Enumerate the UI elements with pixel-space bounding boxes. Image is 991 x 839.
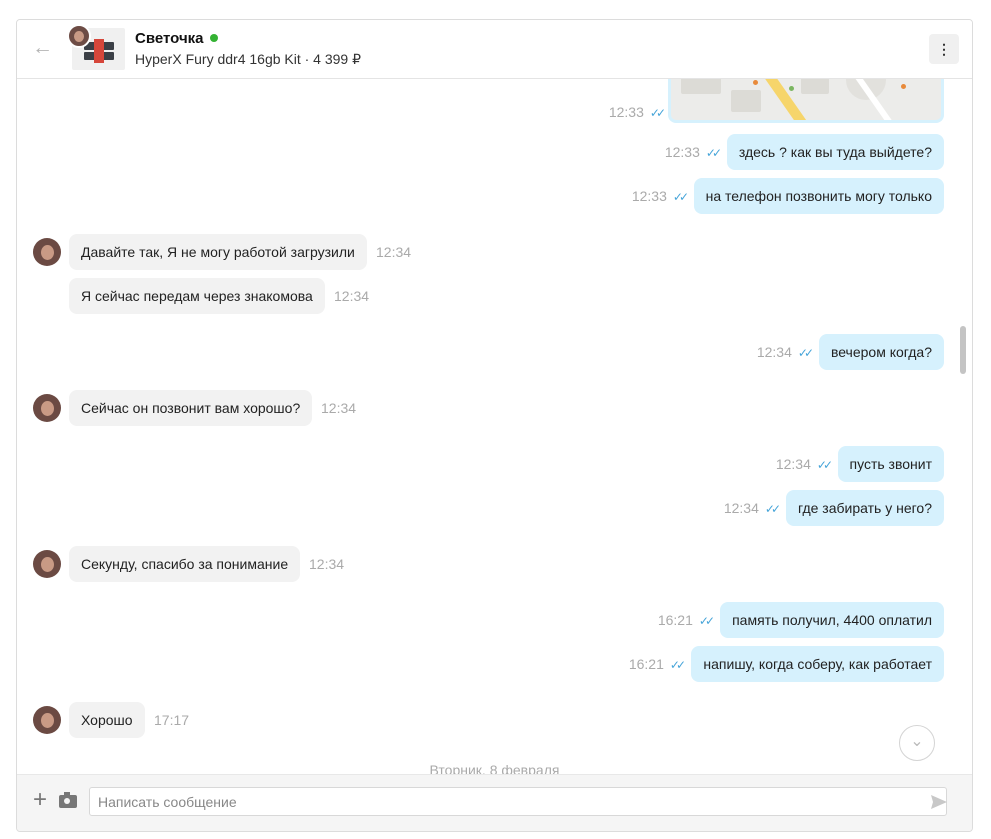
message-bubble[interactable]: где забирать у него? (785, 490, 944, 526)
message-time: 12:34 (309, 556, 344, 572)
contact-avatar[interactable] (33, 394, 61, 422)
scroll-down-button[interactable]: ⌄ (899, 725, 935, 761)
time-text: 12:33 (664, 144, 700, 160)
message-time: 12:34 ✓✓ (775, 456, 833, 472)
camera-icon[interactable] (59, 792, 77, 808)
message-time: 16:21 ✓✓ (628, 656, 686, 672)
outgoing-message: вечером когда? 12:34 ✓✓ (17, 334, 972, 372)
contact-avatar (67, 24, 91, 48)
time-text: 12:34 (321, 400, 357, 416)
message-time: 12:34 (376, 244, 411, 260)
incoming-message: Давайте так, Я не могу работой загрузили… (17, 234, 972, 272)
back-arrow-icon[interactable]: ← (32, 37, 54, 59)
read-ticks-icon: ✓✓ (705, 146, 722, 160)
message-bubble[interactable]: память получил, 4400 оплатил (720, 602, 944, 638)
time-text: 12:34 (723, 500, 759, 516)
message-bubble[interactable]: Секунду, спасибо за понимание (69, 546, 301, 582)
message-time: 16:21 ✓✓ (657, 612, 715, 628)
online-indicator (209, 34, 218, 43)
contact-avatar[interactable] (33, 238, 61, 266)
incoming-message: Сейчас он позвонит вам хорошо? 12:34 (17, 390, 972, 428)
chat-window: ← Светочка HyperX Fury ddr4 16gb Kit · 4… (16, 19, 973, 832)
outgoing-message: где забирать у него? 12:34 ✓✓ (17, 490, 972, 528)
time-text: 12:34 (756, 344, 792, 360)
time-text: 12:34 (775, 456, 811, 472)
incoming-message: Хорошо 17:17 (17, 702, 972, 740)
message-bubble[interactable]: Давайте так, Я не могу работой загрузили (69, 234, 367, 270)
time-text: 12:33 (631, 188, 667, 204)
time-text: 17:17 (154, 712, 190, 728)
time-text: 12:33 (608, 104, 644, 120)
message-bubble[interactable]: Сейчас он позвонит вам хорошо? (69, 390, 313, 426)
scrollbar-thumb[interactable] (960, 326, 966, 374)
message-time: 17:17 (154, 712, 189, 728)
message-time: 12:34 ✓✓ (723, 500, 781, 516)
read-ticks-icon: ✓✓ (816, 458, 833, 472)
read-ticks-icon: ✓✓ (764, 502, 781, 516)
message-time: 12:34 (321, 400, 356, 416)
time-text: 16:21 (657, 612, 693, 628)
more-vertical-icon[interactable]: ⋮ (929, 34, 959, 64)
time-text: 12:34 (309, 556, 345, 572)
map-attachment[interactable] (668, 79, 944, 123)
chevron-down-icon: ⌄ (910, 733, 924, 750)
ram-heatsink-graphic (94, 39, 104, 63)
outgoing-message: память получил, 4400 оплатил 16:21 ✓✓ (17, 602, 972, 640)
outgoing-message: на телефон позвонить могу только 12:33 ✓✓ (17, 178, 972, 216)
contact-avatar[interactable] (33, 706, 61, 734)
contact-avatar[interactable] (33, 550, 61, 578)
incoming-message: Секунду, спасибо за понимание 12:34 (17, 546, 972, 584)
read-ticks-icon: ✓✓ (672, 190, 689, 204)
contact-name-text: Светочка (135, 30, 204, 47)
message-bubble[interactable]: вечером когда? (818, 334, 944, 370)
contact-name[interactable]: Светочка (135, 30, 218, 47)
read-ticks-icon: ✓✓ (698, 614, 715, 628)
message-bubble[interactable]: напишу, когда соберу, как работает (691, 646, 944, 682)
chat-header: ← Светочка HyperX Fury ddr4 16gb Kit · 4… (17, 20, 972, 79)
listing-title[interactable]: HyperX Fury ddr4 16gb Kit · 4 399 ₽ (135, 51, 361, 68)
plus-icon[interactable]: + (29, 788, 51, 812)
message-bubble[interactable]: пусть звонит (837, 446, 944, 482)
send-icon[interactable] (930, 793, 948, 811)
message-bubble[interactable]: на телефон позвонить могу только (693, 178, 944, 214)
time-text: 12:34 (376, 244, 412, 260)
message-time: 12:34 ✓✓ (756, 344, 814, 360)
message-list[interactable]: 12:33 ✓✓ здесь ? как вы туда выйдете? 12:33… (17, 79, 972, 774)
message-time: 12:33 ✓✓ (664, 144, 722, 160)
message-time: 12:33 ✓✓ (631, 188, 689, 204)
message-time: 12:34 (334, 288, 369, 304)
time-text: 12:34 (334, 288, 370, 304)
read-ticks-icon: ✓✓ (649, 106, 666, 120)
message-input[interactable] (89, 787, 947, 816)
date-separator: Вторник, 8 февраля (429, 762, 560, 774)
message-bubble[interactable]: Я сейчас передам через знакомова (69, 278, 325, 314)
message-bubble[interactable]: Хорошо (69, 702, 145, 738)
message-bubble[interactable]: здесь ? как вы туда выйдете? (726, 134, 944, 170)
message-time: 12:33 ✓✓ (608, 104, 666, 120)
time-text: 16:21 (628, 656, 664, 672)
message-composer: + (17, 774, 972, 831)
read-ticks-icon: ✓✓ (797, 346, 814, 360)
incoming-message: Я сейчас передам через знакомова 12:34 (17, 278, 972, 316)
outgoing-message: напишу, когда соберу, как работает 16:21 ✓… (17, 646, 972, 684)
read-ticks-icon: ✓✓ (669, 658, 686, 672)
outgoing-message: пусть звонит 12:34 ✓✓ (17, 446, 972, 484)
outgoing-message: здесь ? как вы туда выйдете? 12:33 ✓✓ (17, 134, 972, 172)
